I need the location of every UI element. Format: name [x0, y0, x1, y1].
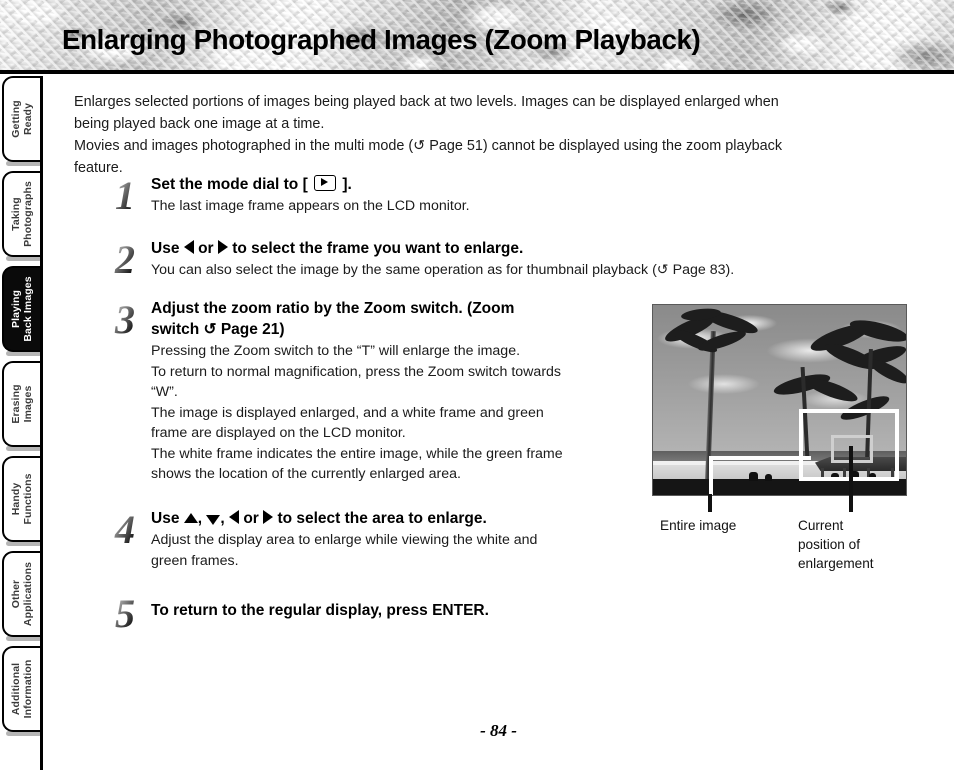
- step-1-body-line-1: The last image frame appears on the LCD …: [151, 198, 470, 214]
- page-title: Enlarging Photographed Images (Zoom Play…: [62, 24, 701, 55]
- leader-line-entire-image-vertical: [709, 456, 713, 495]
- sidebar-item-label: Playing Back Images: [10, 276, 34, 342]
- step-number-1: 1: [103, 174, 147, 218]
- caption-current-line-3: enlargement: [798, 556, 874, 571]
- arrow-up-icon: [183, 513, 198, 523]
- step-3-body-line-3: “W”.: [151, 384, 178, 400]
- caption-current-line-1: Current: [798, 518, 844, 533]
- leader-line-entire-image-horizontal: [709, 456, 811, 460]
- sidebar-item-playing-back-images[interactable]: Playing Back Images: [2, 266, 40, 352]
- step-1-body: The last image frame appears on the LCD …: [151, 196, 663, 217]
- step-3-body-line-5: frame are displayed on the LCD monitor.: [151, 425, 406, 441]
- sidebar-item-label: Taking Photographs: [10, 181, 34, 247]
- step-3-body-line-1: Pressing the Zoom switch to the “T” will…: [151, 343, 521, 359]
- step-2-body: You can also select the image by the sam…: [151, 260, 893, 281]
- step-1-heading: Set the mode dial to [ ].: [151, 175, 352, 193]
- step-3-heading-line-1: Adjust the zoom ratio by the Zoom switch…: [151, 300, 515, 317]
- sidebar-item-additional-information[interactable]: Additional Information: [2, 646, 40, 732]
- sidebar-item-label: Other Applications: [10, 561, 34, 627]
- intro-paragraph: Enlarges selected portions of images bei…: [74, 91, 914, 179]
- step-5: 5 To return to the regular display, pres…: [103, 592, 663, 636]
- leader-line-current-position-stem: [849, 446, 853, 512]
- page-ref-icon: ↺: [413, 138, 426, 154]
- sidebar-item-other-applications[interactable]: Other Applications: [2, 551, 40, 637]
- header-rule: [0, 70, 954, 74]
- sidebar-item-erasing-images[interactable]: Erasing Images: [2, 361, 40, 447]
- step-3-heading: Adjust the zoom ratio by the Zoom switch…: [151, 298, 643, 340]
- sidebar-item-label: Erasing Images: [10, 384, 34, 424]
- intro-line-3-b: Page 51) cannot be displayed using the z…: [425, 138, 783, 154]
- page-content: Enlarges selected portions of images bei…: [43, 76, 954, 770]
- photo-figure-silhouette: [749, 472, 758, 481]
- arrow-down-icon: [206, 515, 221, 525]
- sample-photo: [652, 304, 907, 496]
- arrow-left-icon: [229, 510, 239, 524]
- step-2: 2 Use or to select the frame you want to…: [103, 238, 893, 282]
- step-3-body: Pressing the Zoom switch to the “T” will…: [151, 341, 643, 485]
- step-2-heading: Use or to select the frame you want to e…: [151, 240, 524, 257]
- step-4-body-line-1: Adjust the display area to enlarge while…: [151, 532, 538, 548]
- caption-entire-image: Entire image: [660, 518, 737, 533]
- step-4-heading: Use , , or to select the area to enlarge…: [151, 510, 487, 527]
- arrow-left-icon: [183, 240, 194, 254]
- intro-line-3: Movies and images photographed in the mu…: [74, 135, 914, 157]
- photo-figure-silhouette: [765, 474, 772, 481]
- sidebar-item-label: Handy Functions: [10, 473, 34, 525]
- step-4: 4 Use , , or to select the area to enlar…: [103, 508, 663, 571]
- intro-line-1: Enlarges selected portions of images bei…: [74, 94, 779, 110]
- step-3-body-line-2: To return to normal magnification, press…: [151, 363, 562, 380]
- step-number-3: 3: [103, 298, 147, 342]
- step-3-heading-line-2: switch ↺ Page 21): [151, 321, 285, 338]
- arrow-right-icon: [217, 240, 228, 254]
- intro-line-3-a: Movies and images photographed in the mu…: [74, 138, 414, 154]
- step-3-body-line-4: The image is displayed enlarged, and a w…: [151, 404, 544, 421]
- step-3-body-line-7: shows the location of the currently enla…: [151, 466, 461, 482]
- arrow-right-icon: [263, 510, 274, 524]
- step-4-body: Adjust the display area to enlarge while…: [151, 530, 663, 571]
- section-tabs-sidebar: Getting Ready Taking Photographs Playing Ba…: [0, 76, 42, 770]
- sidebar-item-label: Getting Ready: [10, 100, 34, 138]
- step-1: 1 Set the mode dial to [ ]. The last ima…: [103, 174, 663, 218]
- step-number-5: 5: [103, 592, 147, 636]
- caption-current-line-2: position of: [798, 537, 860, 552]
- playback-icon: [314, 175, 337, 191]
- intro-line-2: being played back one image at a time.: [74, 116, 325, 132]
- step-4-body-line-2: green frames.: [151, 552, 239, 569]
- zoom-playback-figure: Entire image Current position of enlarge…: [652, 304, 917, 571]
- step-5-heading: To return to the regular display, press …: [151, 602, 489, 619]
- step-3: 3 Adjust the zoom ratio by the Zoom swit…: [103, 298, 643, 485]
- page-header-banner: Enlarging Photographed Images (Zoom Play…: [0, 0, 954, 74]
- page-number: - 84 -: [480, 721, 517, 740]
- leader-line-entire-image-stem: [708, 494, 712, 512]
- sidebar-item-label: Additional Information: [10, 659, 34, 719]
- caption-current-position: Current position of enlargement: [798, 516, 908, 573]
- sidebar-item-taking-photographs[interactable]: Taking Photographs: [2, 171, 40, 257]
- sidebar-item-getting-ready[interactable]: Getting Ready: [2, 76, 40, 162]
- step-3-body-line-6: The white frame indicates the entire ima…: [151, 445, 563, 462]
- step-2-body-line-1: You can also select the image by the sam…: [151, 262, 735, 278]
- step-number-4: 4: [103, 508, 147, 552]
- sidebar-item-handy-functions[interactable]: Handy Functions: [2, 456, 40, 542]
- step-number-2: 2: [103, 238, 147, 282]
- photo-foreground: [653, 479, 906, 495]
